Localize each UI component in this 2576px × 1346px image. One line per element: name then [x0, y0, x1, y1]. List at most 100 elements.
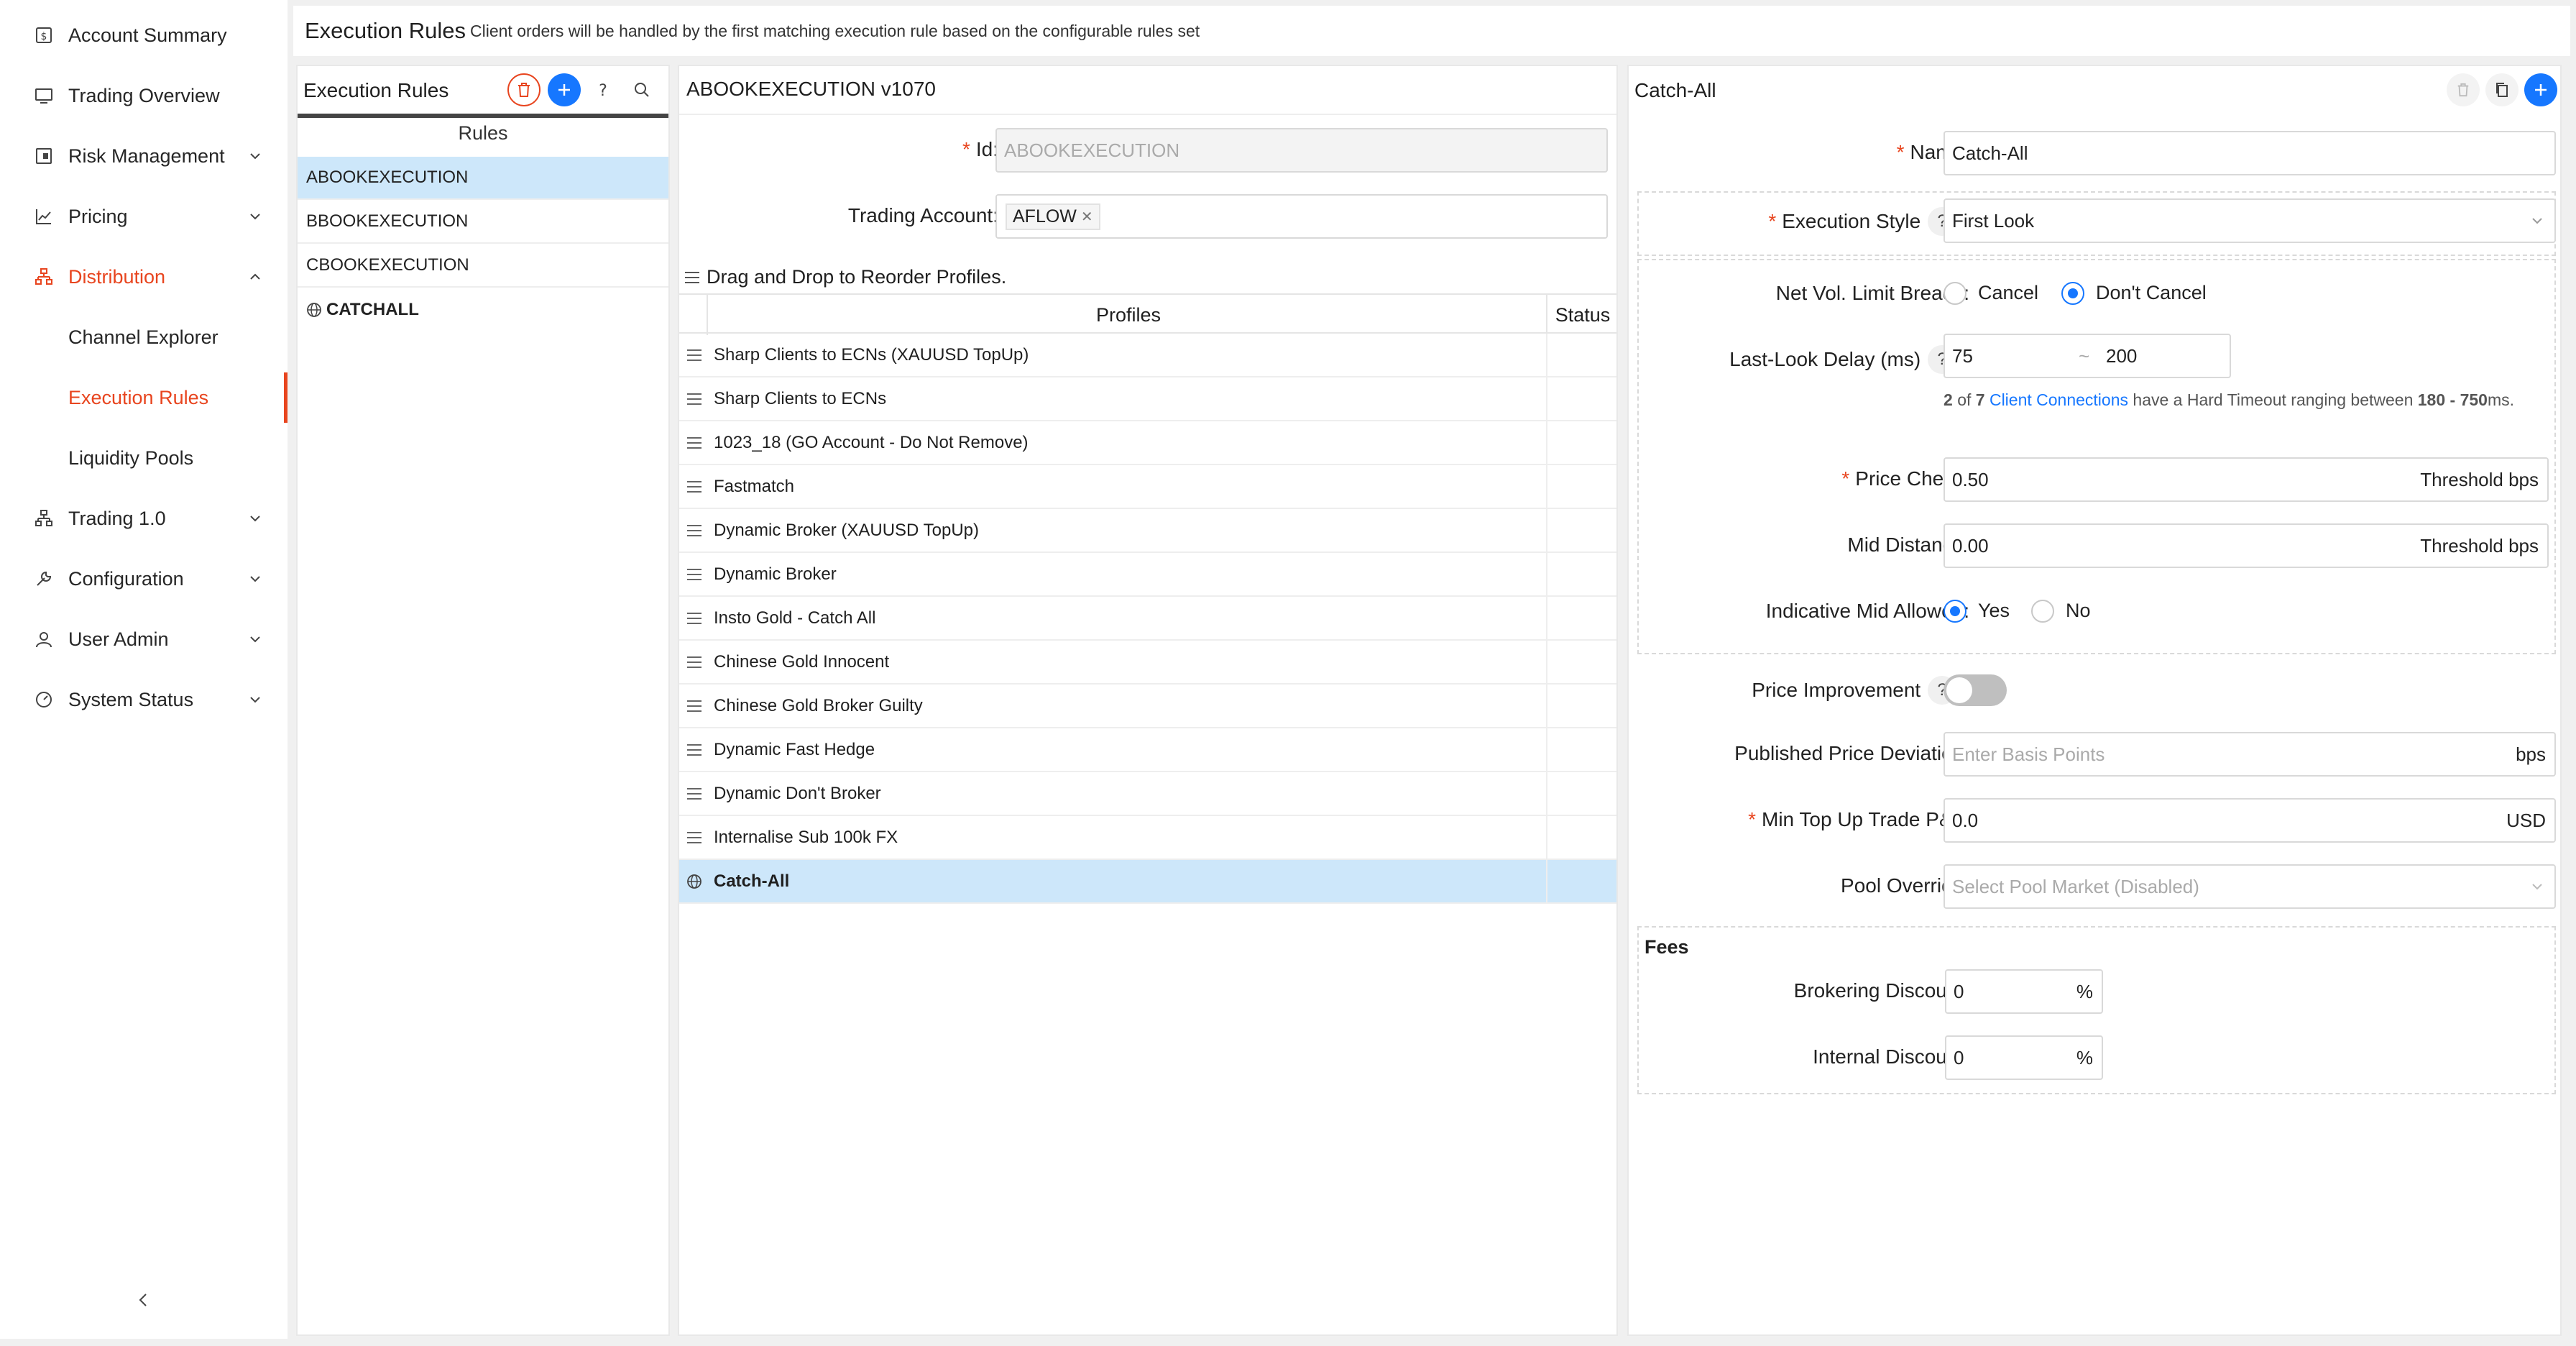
col-profiles: Profiles — [1095, 304, 1162, 326]
col-status: Status — [1555, 304, 1611, 326]
nav-user-admin[interactable]: User Admin — [0, 614, 288, 664]
nav-trading-1[interactable]: Trading 1.0 — [0, 493, 288, 544]
profile-row[interactable]: Dynamic Broker — [679, 553, 1616, 597]
nav-pricing[interactable]: Pricing — [0, 191, 288, 242]
nav-label: Liquidity Pools — [68, 447, 194, 469]
rule-name: CATCHALL — [326, 300, 419, 319]
nav-execution-rules[interactable]: Execution Rules — [0, 372, 288, 423]
rule-row[interactable]: CBOOKEXECUTION — [298, 244, 668, 288]
mid-distance-field[interactable]: 0.00 Threshold bps — [1944, 523, 2549, 568]
rule-row[interactable]: ABOOKEXECUTION — [298, 157, 668, 200]
delete-rule-button[interactable] — [507, 73, 540, 106]
trading-account-select[interactable]: AFLOW ✕ — [995, 194, 1608, 239]
nav-label: Pricing — [68, 205, 128, 227]
client-connections-link[interactable]: Client Connections — [1990, 390, 2128, 409]
nav-label: Execution Rules — [68, 386, 209, 408]
question-icon: ? — [599, 82, 607, 99]
status-cell — [1546, 728, 1547, 772]
globe-icon[interactable] — [685, 873, 704, 890]
drag-handle-icon[interactable] — [685, 478, 704, 495]
radio-no[interactable] — [2031, 600, 2054, 623]
drag-handle-icon[interactable] — [685, 434, 704, 452]
page-title: Execution Rules — [305, 18, 466, 43]
profile-row[interactable]: Internalise Sub 100k FX — [679, 816, 1616, 860]
drag-handle-icon[interactable] — [685, 697, 704, 715]
nav-system-status[interactable]: System Status — [0, 674, 288, 725]
profile-row[interactable]: Chinese Gold Broker Guilty — [679, 685, 1616, 728]
page-description: Client orders will be handled by the fir… — [470, 21, 1200, 40]
internal-discount-field[interactable]: 0 % — [1945, 1035, 2103, 1080]
drag-handle-icon[interactable] — [685, 829, 704, 846]
nav-label: Trading 1.0 — [68, 507, 166, 529]
chevron-down-icon — [246, 569, 264, 588]
min-topup-field[interactable]: 0.0 USD — [1944, 798, 2556, 843]
profile-row[interactable]: Insto Gold - Catch All — [679, 597, 1616, 641]
nav-liquidity-pools[interactable]: Liquidity Pools — [0, 433, 288, 483]
nav-account-summary[interactable]: $ Account Summary — [0, 10, 288, 60]
drag-handle-icon[interactable] — [685, 785, 704, 802]
chevron-down-icon — [2532, 884, 2542, 890]
profile-row[interactable]: Catch-All — [679, 860, 1616, 904]
drag-handle-icon[interactable] — [685, 390, 704, 408]
tag-close-icon[interactable]: ✕ — [1081, 208, 1093, 226]
nav-distribution[interactable]: Distribution — [0, 252, 288, 302]
plus-icon — [558, 84, 570, 96]
account-tag: AFLOW ✕ — [1006, 203, 1100, 230]
drag-handle-icon[interactable] — [685, 566, 704, 583]
brokering-discount-field[interactable]: 0 % — [1945, 969, 2103, 1014]
nav-channel-explorer[interactable]: Channel Explorer — [0, 312, 288, 362]
id-field[interactable]: ABOOKEXECUTION — [995, 128, 1608, 173]
status-cell — [1546, 685, 1547, 728]
search-button[interactable] — [625, 73, 658, 106]
profile-row[interactable]: Dynamic Fast Hedge — [679, 728, 1616, 772]
drag-handle-icon[interactable] — [685, 522, 704, 539]
rule-name: ABOOKEXECUTION — [306, 168, 469, 187]
drag-handle-icon[interactable] — [685, 741, 704, 759]
price-improvement-toggle[interactable] — [1944, 674, 2007, 706]
profile-row[interactable]: 1023_18 (GO Account - Do Not Remove) — [679, 421, 1616, 465]
first-look-section — [1637, 259, 2556, 654]
drag-handle-icon[interactable] — [685, 347, 704, 364]
help-button[interactable]: ? — [586, 73, 620, 106]
drag-handle-icon[interactable] — [685, 654, 704, 671]
trash-icon — [2457, 83, 2469, 97]
radio-cancel[interactable] — [1944, 282, 1966, 305]
profile-row[interactable]: Sharp Clients to ECNs (XAUUSD TopUp) — [679, 334, 1616, 377]
nav-trading-overview[interactable]: Trading Overview — [0, 70, 288, 121]
last-look-range[interactable]: 75 ~ 200 — [1944, 334, 2231, 378]
price-check-field[interactable]: 0.50 Threshold bps — [1944, 457, 2549, 502]
profile-name: 1023_18 (GO Account - Do Not Remove) — [714, 432, 1029, 452]
published-deviation-field[interactable]: Enter Basis Points bps — [1944, 732, 2556, 777]
divider — [679, 114, 1616, 115]
chevron-down-icon — [246, 690, 264, 709]
profile-name: Sharp Clients to ECNs (XAUUSD TopUp) — [714, 344, 1029, 365]
profile-row[interactable]: Fastmatch — [679, 465, 1616, 509]
radio-dont-cancel[interactable] — [2061, 282, 2084, 305]
add-rule-button[interactable] — [548, 73, 581, 106]
execution-style-select[interactable]: First Look — [1944, 198, 2556, 243]
delete-profile-button[interactable] — [2447, 73, 2480, 106]
nav-label: System Status — [68, 688, 194, 710]
profile-name: Dynamic Fast Hedge — [714, 739, 875, 759]
copy-profile-button[interactable] — [2485, 73, 2518, 106]
radio-yes[interactable] — [1944, 600, 1966, 623]
pool-override-select[interactable]: Select Pool Market (Disabled) — [1944, 864, 2556, 909]
add-profile-button[interactable] — [2524, 73, 2557, 106]
rule-name: BBOOKEXECUTION — [306, 211, 469, 231]
profile-name: Sharp Clients to ECNs — [714, 388, 887, 408]
profile-row[interactable]: Chinese Gold Innocent — [679, 641, 1616, 685]
rule-row[interactable]: BBOOKEXECUTION — [298, 201, 668, 244]
profile-name: Chinese Gold Broker Guilty — [714, 695, 923, 715]
profile-row[interactable]: Dynamic Don't Broker — [679, 772, 1616, 816]
nav-risk-management[interactable]: Risk Management — [0, 131, 288, 181]
profile-row[interactable]: Sharp Clients to ECNs — [679, 377, 1616, 421]
nav-configuration[interactable]: Configuration — [0, 554, 288, 604]
status-cell — [1546, 553, 1547, 597]
rule-row[interactable]: CATCHALL — [298, 288, 668, 331]
brokering-discount-label: Brokering Discount: — [1793, 979, 1969, 1002]
profile-row[interactable]: Dynamic Broker (XAUUSD TopUp) — [679, 509, 1616, 553]
collapse-sidebar-icon[interactable] — [134, 1290, 154, 1310]
drag-handle-icon[interactable] — [685, 610, 704, 627]
nav-label: Account Summary — [68, 24, 227, 46]
name-field[interactable]: Catch-All — [1944, 131, 2556, 175]
